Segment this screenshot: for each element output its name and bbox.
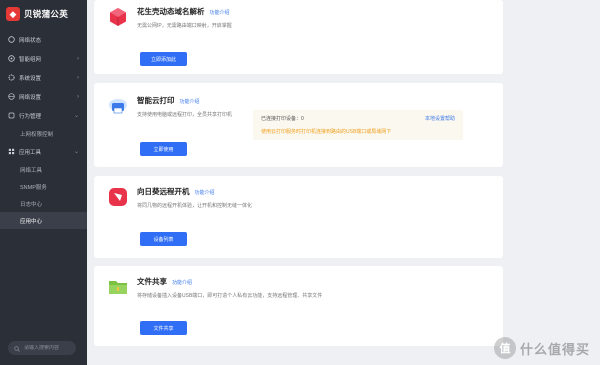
sunflower-icon	[107, 186, 129, 208]
app-description: 支持使用电脑或远程打印，全员共享打印机	[137, 112, 233, 118]
app-description: 将存储设备插入设备USB端口，即可打造个人私有云功能，支持远程管理、共享文件	[137, 293, 323, 299]
card-header: 文件共享 功能介绍 将存储设备插入设备USB端口，即可打造个人私有云功能，支持远…	[107, 276, 322, 299]
sidebar-item-network-tools[interactable]: 网络工具	[0, 161, 87, 178]
card-header: 向日葵远程开机 功能介绍 将同几物的远程开机体验，让开机和控制无缝一体化	[107, 186, 252, 209]
chevron-right-icon: ›	[77, 55, 79, 62]
sidebar-item-app-center[interactable]: 应用中心	[0, 212, 87, 229]
sidebar-item-label: 系统设置	[19, 75, 42, 82]
cloud-print-icon	[107, 95, 129, 117]
help-link[interactable]: 功能介绍	[210, 9, 230, 16]
brand-logo-icon: ◆	[6, 7, 20, 21]
peanut-shell-icon	[107, 6, 129, 28]
chevron-right-icon: ›	[77, 74, 79, 81]
brand-name: 贝锐蒲公英	[24, 9, 69, 19]
sidebar-item-label: 网络工具	[20, 167, 43, 174]
printer-count: 已连接打印设备：0	[261, 116, 304, 122]
sidebar-item-label: SNMP服务	[20, 184, 47, 191]
search-icon	[14, 339, 20, 357]
app-card-cloud-print: 智能云打印 功能介绍 支持使用电脑或远程打印，全员共享打印机 已连接打印设备：0…	[94, 83, 503, 167]
network-icon	[8, 55, 15, 62]
add-ddns-button[interactable]: 立即添加此	[140, 52, 187, 66]
printer-info-box: 已连接打印设备：0 本地设置帮助 使用云打印服务时打印机连接到路由的USB端口或…	[253, 110, 463, 140]
settings-icon	[8, 74, 15, 81]
help-link[interactable]: 功能介绍	[172, 279, 192, 286]
sidebar-item-smart-network[interactable]: 智能组网 ›	[0, 49, 87, 68]
local-settings-link[interactable]: 本地设置帮助	[425, 115, 455, 122]
sidebar-item-system-settings[interactable]: 系统设置 ›	[0, 68, 87, 87]
watermark-logo-icon: 值	[493, 337, 516, 359]
app-card-sunflower: 向日葵远程开机 功能介绍 将同几物的远程开机体验，让开机和控制无缝一体化 设备列…	[94, 176, 503, 258]
printer-warning: 使用云打印服务时打印机连接到路由的USB端口或局域网下	[261, 129, 392, 135]
sidebar-item-label: 应用工具	[19, 149, 42, 156]
status-icon	[8, 36, 15, 43]
chevron-down-icon: ⌄	[73, 113, 79, 119]
watermark-text: 什么值得买	[519, 341, 590, 357]
sidebar-item-network-settings[interactable]: 网络设置 ›	[0, 87, 87, 106]
watermark: 值 什么值得买	[493, 337, 590, 359]
sidebar-menu: 网络状态 智能组网 › 系统设置 › 网络设置 › 行为管理 ⌄ 上网权限控制 …	[0, 30, 87, 229]
sidebar-item-label: 应用中心	[20, 218, 43, 225]
app-title: 花生壳动态域名解析	[137, 7, 205, 16]
globe-icon	[8, 93, 15, 100]
sidebar-item-app-tools[interactable]: 应用工具 ⌄	[0, 142, 87, 161]
chevron-down-icon: ⌄	[73, 149, 79, 155]
chevron-right-icon: ›	[77, 93, 79, 100]
folder-icon	[107, 276, 129, 298]
sidebar-search[interactable]	[8, 341, 76, 355]
help-link[interactable]: 功能介绍	[195, 189, 215, 196]
sidebar-item-label: 日志中心	[20, 201, 43, 208]
sidebar-item-behavior[interactable]: 行为管理 ⌄	[0, 106, 87, 125]
device-list-button[interactable]: 设备列表	[140, 232, 187, 246]
main-content: 花生壳动态域名解析 功能介绍 无需公网IP，无需路由端口映射，开启掌握 立即添加…	[87, 0, 600, 365]
app-title: 向日葵远程开机	[137, 187, 190, 196]
sidebar-item-network-status[interactable]: 网络状态	[0, 30, 87, 49]
use-now-button[interactable]: 立即使用	[140, 142, 187, 156]
file-share-button[interactable]: 文件共享	[140, 321, 187, 335]
sidebar-item-snmp[interactable]: SNMP服务	[0, 178, 87, 195]
sidebar-item-label: 网络设置	[19, 94, 42, 101]
behavior-icon	[8, 112, 15, 119]
app-card-file-share: 文件共享 功能介绍 将存储设备插入设备USB端口，即可打造个人私有云功能，支持远…	[94, 266, 503, 346]
card-header: 花生壳动态域名解析 功能介绍 无需公网IP，无需路由端口映射，开启掌握	[107, 6, 232, 29]
sidebar-item-label: 智能组网	[19, 56, 42, 63]
app-description: 无需公网IP，无需路由端口映射，开启掌握	[137, 23, 232, 29]
sidebar-item-log-center[interactable]: 日志中心	[0, 195, 87, 212]
app-card-ddns: 花生壳动态域名解析 功能介绍 无需公网IP，无需路由端口映射，开启掌握 立即添加…	[94, 0, 503, 74]
search-input[interactable]	[24, 345, 74, 351]
brand[interactable]: ◆ 贝锐蒲公英	[0, 0, 87, 28]
sidebar: ◆ 贝锐蒲公英 网络状态 智能组网 › 系统设置 › 网络设置 › 行为管理 ⌄	[0, 0, 87, 365]
tools-icon	[8, 148, 15, 155]
sidebar-item-access-control[interactable]: 上网权限控制	[0, 125, 87, 142]
sidebar-item-label: 上网权限控制	[20, 131, 54, 138]
sidebar-item-label: 网络状态	[19, 37, 42, 44]
app-title: 智能云打印	[137, 96, 175, 105]
app-title: 文件共享	[137, 277, 167, 286]
app-description: 将同几物的远程开机体验，让开机和控制无缝一体化	[137, 203, 253, 209]
help-link[interactable]: 功能介绍	[180, 98, 200, 105]
sidebar-item-label: 行为管理	[19, 113, 42, 120]
card-header: 智能云打印 功能介绍 支持使用电脑或远程打印，全员共享打印机	[107, 95, 232, 118]
